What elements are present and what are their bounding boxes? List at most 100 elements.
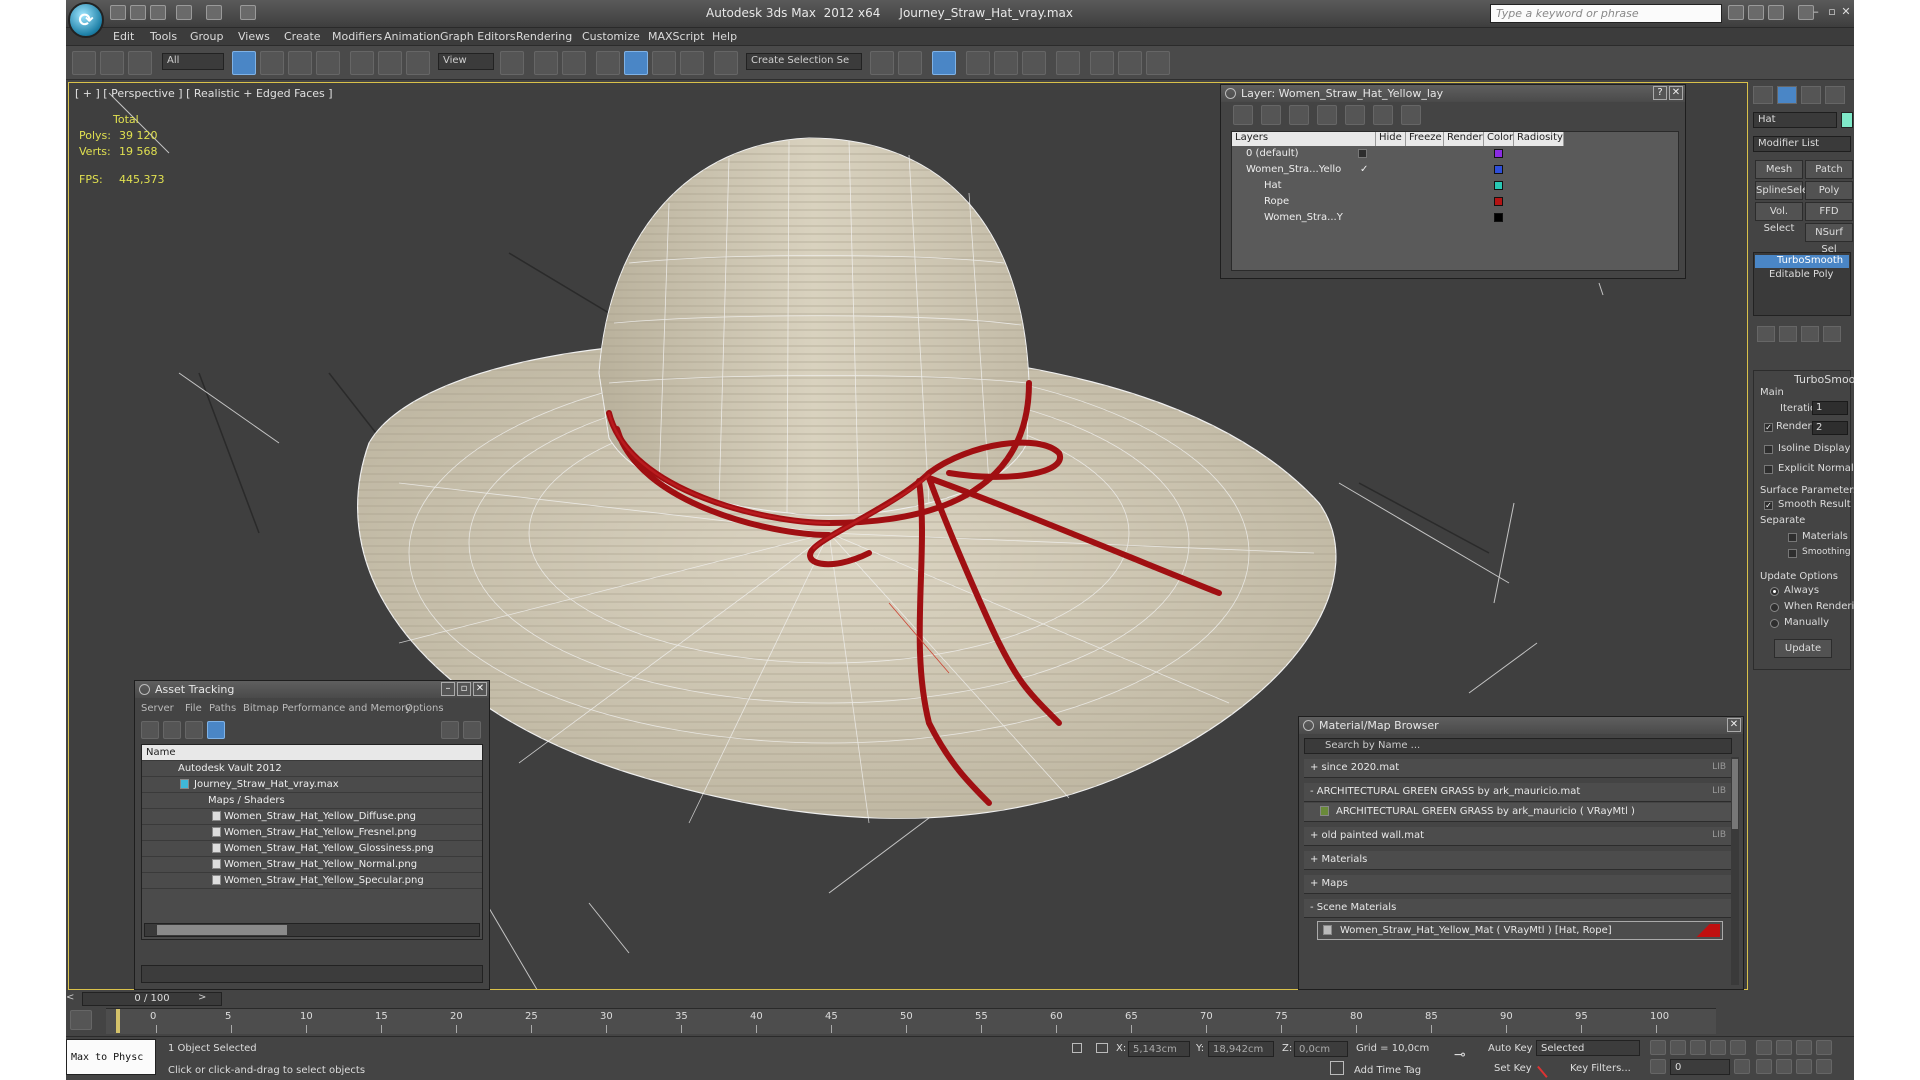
menu-graph-editors[interactable]: Graph Editors bbox=[440, 30, 516, 43]
goto-end-icon[interactable] bbox=[1730, 1040, 1746, 1055]
select-in-layer-icon[interactable] bbox=[1317, 105, 1337, 125]
absolute-mode-icon[interactable] bbox=[1096, 1043, 1108, 1053]
update-manually-radio[interactable] bbox=[1770, 619, 1779, 628]
select-object-icon[interactable] bbox=[232, 51, 256, 75]
layer-row[interactable]: Rope bbox=[1232, 194, 1542, 210]
material-library-row[interactable]: - ARCHITECTURAL GREEN GRASS by ark_mauri… bbox=[1304, 783, 1732, 802]
time-prev-arrow-icon[interactable]: < bbox=[66, 992, 80, 1006]
update-always-radio[interactable] bbox=[1770, 587, 1779, 596]
explicit-normals-checkbox[interactable] bbox=[1764, 465, 1773, 474]
asset-menu-server[interactable]: Server bbox=[141, 703, 174, 714]
asset-row[interactable]: Women_Straw_Hat_Yellow_Normal.png bbox=[142, 857, 482, 873]
menu-modifiers[interactable]: Modifiers bbox=[332, 30, 382, 43]
set-key-button[interactable]: Set Key bbox=[1494, 1063, 1532, 1074]
bind-space-warp-icon[interactable] bbox=[128, 51, 152, 75]
asset-settings-icon[interactable] bbox=[463, 721, 481, 739]
layer-panel-help-button[interactable]: ? bbox=[1653, 86, 1667, 100]
active-layer-checkbox[interactable] bbox=[1358, 149, 1367, 158]
separate-materials-checkbox[interactable] bbox=[1788, 533, 1797, 542]
column-render[interactable]: Render bbox=[1444, 132, 1484, 146]
mirror-icon[interactable] bbox=[870, 51, 894, 75]
asset-row[interactable]: Women_Straw_Hat_Yellow_Fresnel.png bbox=[142, 825, 482, 841]
asset-menu-paths[interactable]: Paths bbox=[209, 703, 236, 714]
play-icon[interactable] bbox=[1690, 1040, 1706, 1055]
open-file-icon[interactable] bbox=[130, 5, 146, 20]
asset-row[interactable]: Women_Straw_Hat_Yellow_Diffuse.png bbox=[142, 809, 482, 825]
asset-panel-minimize-button[interactable]: – bbox=[441, 682, 455, 696]
layer-panel-close-button[interactable]: ✕ bbox=[1669, 86, 1683, 100]
asset-menu-file[interactable]: File bbox=[185, 703, 202, 714]
key-mode-toggle-icon[interactable] bbox=[1650, 1059, 1666, 1074]
star-icon[interactable] bbox=[1768, 5, 1784, 20]
scale-icon[interactable] bbox=[406, 51, 430, 75]
smooth-result-checkbox[interactable]: ✓ bbox=[1764, 501, 1773, 510]
time-track[interactable]: 0 5 10 15 20 25 30 35 40 45 50 55 60 65 70 75 80 85 90 95 10… bbox=[106, 1008, 1716, 1034]
time-next-arrow-icon[interactable]: > bbox=[198, 992, 212, 1006]
rotate-icon[interactable] bbox=[378, 51, 402, 75]
modifier-list-select[interactable]: Modifier List bbox=[1753, 136, 1851, 152]
create-layer-icon[interactable] bbox=[1233, 105, 1253, 125]
app-logo-icon[interactable]: ⟳ bbox=[68, 2, 104, 38]
align-icon[interactable] bbox=[898, 51, 922, 75]
minimize-button[interactable]: – bbox=[1808, 5, 1824, 19]
save-file-icon[interactable] bbox=[150, 5, 166, 20]
hide-all-layers-icon[interactable] bbox=[1373, 105, 1393, 125]
curve-editor-icon[interactable] bbox=[994, 51, 1018, 75]
current-frame-field[interactable]: 0 bbox=[1670, 1059, 1730, 1075]
menu-customize[interactable]: Customize bbox=[582, 30, 640, 43]
material-group-row[interactable]: + Maps bbox=[1304, 875, 1732, 894]
list-view-icon[interactable] bbox=[163, 721, 181, 739]
time-tag-icon[interactable] bbox=[1330, 1061, 1344, 1075]
layer-color-swatch[interactable] bbox=[1494, 165, 1503, 174]
material-group-row[interactable]: + Materials bbox=[1304, 851, 1732, 870]
add-to-layer-icon[interactable] bbox=[1289, 105, 1309, 125]
orbit-icon[interactable] bbox=[1796, 1059, 1812, 1074]
add-time-tag[interactable]: Add Time Tag bbox=[1354, 1065, 1421, 1076]
set-key-pen-icon[interactable] bbox=[1537, 1058, 1557, 1078]
spline-select-button[interactable]: SplineSelect bbox=[1755, 181, 1818, 200]
material-group-row[interactable]: - Scene Materials bbox=[1304, 899, 1732, 918]
asset-row[interactable]: Women_Straw_Hat_Yellow_Specular.png bbox=[142, 873, 482, 889]
asset-row[interactable]: Autodesk Vault 2012 bbox=[142, 761, 482, 777]
snap-toggle-icon[interactable] bbox=[596, 51, 620, 75]
asset-path-field[interactable] bbox=[141, 965, 483, 983]
render-setup-icon[interactable] bbox=[1090, 51, 1114, 75]
move-icon[interactable] bbox=[350, 51, 374, 75]
layer-color-swatch[interactable] bbox=[1494, 213, 1503, 222]
layer-row[interactable]: Women_Stra...Y bbox=[1232, 210, 1542, 226]
menu-rendering[interactable]: Rendering bbox=[516, 30, 572, 43]
y-coord-field[interactable]: 18,942cm bbox=[1208, 1041, 1274, 1057]
object-color-swatch[interactable] bbox=[1841, 112, 1853, 128]
rect-selection-icon[interactable] bbox=[288, 51, 312, 75]
binoculars-icon[interactable] bbox=[1728, 5, 1744, 20]
scene-material-row[interactable]: Women_Straw_Hat_Yellow_Mat ( VRayMtl ) [… bbox=[1317, 921, 1723, 940]
z-coord-field[interactable]: 0,0cm bbox=[1294, 1041, 1348, 1057]
schematic-view-icon[interactable] bbox=[1022, 51, 1046, 75]
layer-panel-title[interactable]: Layer: Women_Straw_Hat_Yellow_lay bbox=[1221, 85, 1685, 102]
material-item-row[interactable]: ARCHITECTURAL GREEN GRASS by ark_maurici… bbox=[1304, 803, 1732, 822]
named-selection-set-select[interactable]: Create Selection Se bbox=[746, 53, 862, 70]
keyboard-shortcut-icon[interactable] bbox=[562, 51, 586, 75]
angle-snap-icon[interactable] bbox=[624, 51, 648, 75]
menu-animation[interactable]: Animation bbox=[384, 30, 440, 43]
asset-panel-close-button[interactable]: ✕ bbox=[473, 682, 487, 696]
zoom-icon[interactable] bbox=[1756, 1040, 1772, 1055]
tree-view-icon[interactable] bbox=[185, 721, 203, 739]
hierarchy-tab-icon[interactable] bbox=[1801, 86, 1821, 104]
field-of-view-icon[interactable] bbox=[1756, 1059, 1772, 1074]
remove-modifier-icon[interactable] bbox=[1823, 326, 1841, 342]
rollout-title[interactable]: TurboSmooth bbox=[1794, 373, 1854, 386]
asset-menu-options[interactable]: Options bbox=[405, 703, 444, 714]
material-panel-title[interactable]: Material/Map Browser bbox=[1299, 717, 1743, 734]
menu-create[interactable]: Create bbox=[284, 30, 321, 43]
material-search-input[interactable]: Search by Name ... bbox=[1304, 738, 1732, 754]
material-library-row[interactable]: + since 2020.mat LIB bbox=[1304, 759, 1732, 778]
menu-help[interactable]: Help bbox=[712, 30, 737, 43]
layer-row[interactable]: 0 (default) bbox=[1232, 146, 1542, 162]
column-layers[interactable]: Layers bbox=[1232, 132, 1376, 146]
window-crossing-icon[interactable] bbox=[316, 51, 340, 75]
ffd-select-button[interactable]: FFD Select bbox=[1805, 202, 1853, 234]
zoom-extents-all-icon[interactable] bbox=[1816, 1040, 1832, 1055]
freeze-all-layers-icon[interactable] bbox=[1401, 105, 1421, 125]
column-hide[interactable]: Hide bbox=[1376, 132, 1406, 146]
